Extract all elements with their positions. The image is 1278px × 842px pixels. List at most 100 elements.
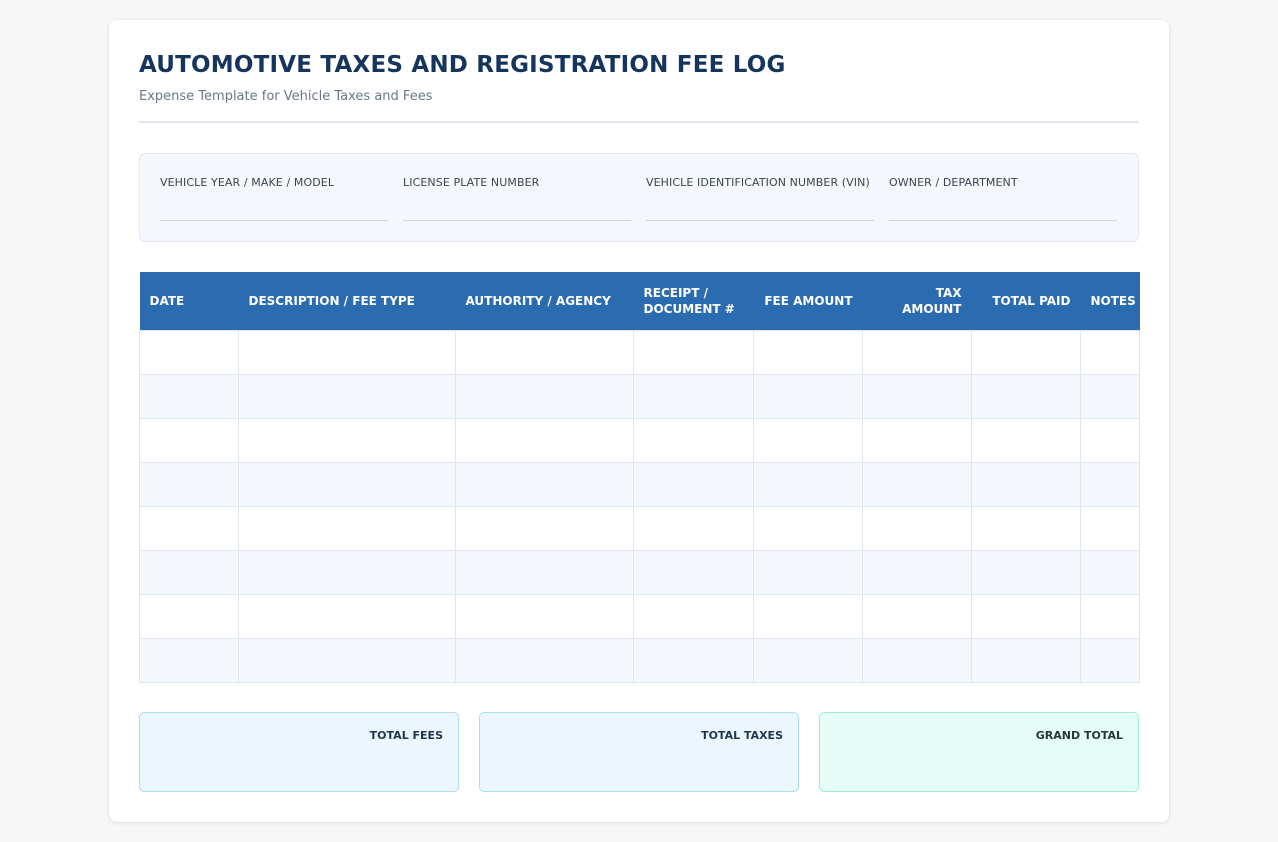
totals-section: TOTAL FEES TOTAL TAXES GRAND TOTAL <box>139 712 1139 792</box>
table-cell[interactable] <box>455 373 634 419</box>
table-cell[interactable] <box>753 373 863 419</box>
col-header-fee-amount: FEE AMOUNT <box>753 272 863 330</box>
grand-total-label: GRAND TOTAL <box>1035 729 1123 742</box>
page-subtitle: Expense Template for Vehicle Taxes and F… <box>139 89 433 104</box>
owner-field[interactable]: OWNER / DEPARTMENT <box>889 176 1117 221</box>
col-header-date: DATE <box>139 272 239 330</box>
table-cell[interactable] <box>139 373 239 419</box>
license-plate-label: LICENSE PLATE NUMBER <box>403 176 540 189</box>
table-row <box>139 417 1140 463</box>
table-cell[interactable] <box>971 373 1081 419</box>
table-cell[interactable] <box>862 505 972 551</box>
table-cell[interactable] <box>633 637 754 683</box>
header-divider <box>139 121 1139 123</box>
license-plate-input-line[interactable] <box>403 220 631 221</box>
table-cell[interactable] <box>633 461 754 507</box>
vin-input-line[interactable] <box>646 220 874 221</box>
table-cell[interactable] <box>753 329 863 375</box>
table-cell[interactable] <box>238 505 456 551</box>
table-cell[interactable] <box>753 505 863 551</box>
total-fees-label: TOTAL FEES <box>369 729 443 742</box>
table-cell[interactable] <box>971 637 1081 683</box>
table-cell[interactable] <box>971 461 1081 507</box>
vehicle-model-input-line[interactable] <box>160 220 388 221</box>
table-cell[interactable] <box>455 637 634 683</box>
table-cell[interactable] <box>862 373 972 419</box>
table-cell[interactable] <box>753 637 863 683</box>
table-cell[interactable] <box>238 417 456 463</box>
table-cell[interactable] <box>139 505 239 551</box>
grand-total-box[interactable]: GRAND TOTAL <box>819 712 1139 792</box>
table-cell[interactable] <box>971 549 1081 595</box>
expense-log-card: AUTOMOTIVE TAXES AND REGISTRATION FEE LO… <box>109 20 1169 822</box>
owner-label: OWNER / DEPARTMENT <box>889 176 1018 189</box>
table-cell[interactable] <box>971 505 1081 551</box>
table-cell[interactable] <box>1080 549 1140 595</box>
table-cell[interactable] <box>1080 461 1140 507</box>
table-row <box>139 373 1140 419</box>
table-cell[interactable] <box>238 637 456 683</box>
table-cell[interactable] <box>633 505 754 551</box>
col-header-authority: AUTHORITY / AGENCY <box>455 272 634 330</box>
table-cell[interactable] <box>139 329 239 375</box>
table-cell[interactable] <box>753 417 863 463</box>
table-row <box>139 593 1140 639</box>
table-cell[interactable] <box>633 417 754 463</box>
total-fees-box[interactable]: TOTAL FEES <box>139 712 459 792</box>
table-cell[interactable] <box>633 593 754 639</box>
table-cell[interactable] <box>1080 505 1140 551</box>
table-cell[interactable] <box>455 505 634 551</box>
total-taxes-label: TOTAL TAXES <box>701 729 783 742</box>
table-row <box>139 329 1140 375</box>
table-cell[interactable] <box>455 549 634 595</box>
vehicle-model-label: VEHICLE YEAR / MAKE / MODEL <box>160 176 335 189</box>
table-cell[interactable] <box>238 373 456 419</box>
col-header-description: DESCRIPTION / FEE TYPE <box>238 272 456 330</box>
table-cell[interactable] <box>1080 329 1140 375</box>
table-cell[interactable] <box>455 593 634 639</box>
table-cell[interactable] <box>455 417 634 463</box>
table-row <box>139 461 1140 507</box>
table-cell[interactable] <box>971 593 1081 639</box>
table-cell[interactable] <box>455 461 634 507</box>
table-cell[interactable] <box>753 461 863 507</box>
table-cell[interactable] <box>633 549 754 595</box>
vehicle-model-field[interactable]: VEHICLE YEAR / MAKE / MODEL <box>160 176 388 221</box>
table-cell[interactable] <box>139 593 239 639</box>
table-cell[interactable] <box>862 329 972 375</box>
table-cell[interactable] <box>753 593 863 639</box>
table-cell[interactable] <box>139 549 239 595</box>
table-header-row: DATE DESCRIPTION / FEE TYPE AUTHORITY / … <box>139 272 1140 330</box>
table-cell[interactable] <box>862 593 972 639</box>
table-cell[interactable] <box>862 549 972 595</box>
table-cell[interactable] <box>1080 373 1140 419</box>
table-cell[interactable] <box>139 461 239 507</box>
owner-input-line[interactable] <box>889 220 1117 221</box>
table-cell[interactable] <box>862 637 972 683</box>
table-cell[interactable] <box>633 329 754 375</box>
col-header-total-paid: TOTAL PAID <box>971 272 1081 330</box>
table-cell[interactable] <box>971 329 1081 375</box>
table-cell[interactable] <box>238 461 456 507</box>
table-row <box>139 505 1140 551</box>
col-header-receipt: RECEIPT / DOCUMENT # <box>633 272 754 330</box>
table-cell[interactable] <box>238 549 456 595</box>
table-cell[interactable] <box>139 637 239 683</box>
vin-label: VEHICLE IDENTIFICATION NUMBER (VIN) <box>646 176 870 189</box>
total-taxes-box[interactable]: TOTAL TAXES <box>479 712 799 792</box>
table-cell[interactable] <box>1080 593 1140 639</box>
table-cell[interactable] <box>862 417 972 463</box>
table-cell[interactable] <box>1080 637 1140 683</box>
table-cell[interactable] <box>238 329 456 375</box>
table-cell[interactable] <box>971 417 1081 463</box>
table-cell[interactable] <box>633 373 754 419</box>
page-title: AUTOMOTIVE TAXES AND REGISTRATION FEE LO… <box>139 52 786 78</box>
table-cell[interactable] <box>139 417 239 463</box>
table-cell[interactable] <box>455 329 634 375</box>
license-plate-field[interactable]: LICENSE PLATE NUMBER <box>403 176 631 221</box>
table-cell[interactable] <box>862 461 972 507</box>
table-cell[interactable] <box>1080 417 1140 463</box>
table-cell[interactable] <box>753 549 863 595</box>
table-cell[interactable] <box>238 593 456 639</box>
vin-field[interactable]: VEHICLE IDENTIFICATION NUMBER (VIN) <box>646 176 874 221</box>
